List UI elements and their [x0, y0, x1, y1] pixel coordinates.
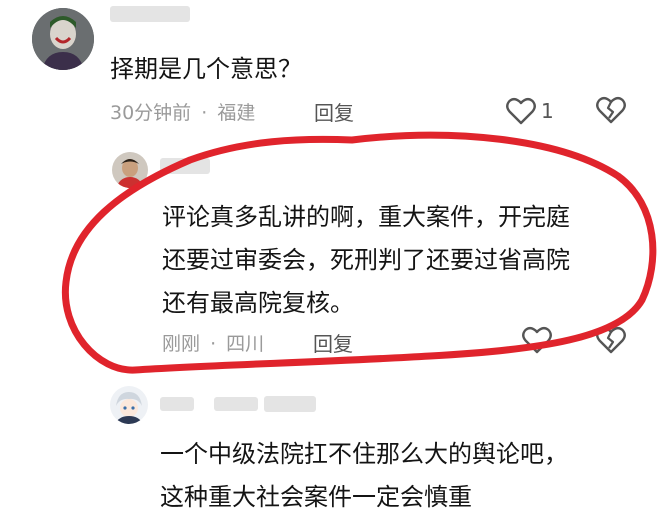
comment-location: 福建: [217, 102, 256, 124]
meta-separator: ·: [210, 333, 217, 355]
broken-heart-icon: [596, 326, 626, 354]
reply-button[interactable]: 回复: [313, 328, 353, 357]
comment-line: 这种重大社会案件一定会慎重: [160, 483, 472, 511]
comment-text: 择期是几个意思？: [110, 55, 302, 83]
avatar[interactable]: [110, 386, 148, 424]
comment-line: 一个中级法院扛不住那么大的舆论吧，: [160, 440, 568, 468]
broken-heart-icon: [596, 96, 626, 124]
like-count: 1: [541, 99, 554, 123]
meta-separator: ·: [201, 102, 208, 124]
comment-body: 评论真多乱讲的啊，重大案件，开完庭 还要过审委会，死刑判了还要过省高院 还有最高…: [162, 196, 570, 325]
username-blurred[interactable]: [110, 6, 190, 22]
username-blurred[interactable]: [264, 396, 316, 412]
comment-meta: 刚刚 · 四川: [162, 329, 264, 356]
dislike-button[interactable]: [596, 326, 626, 354]
comment-line: 还要过审委会，死刑判了还要过省高院: [162, 246, 570, 274]
username-blurred[interactable]: [160, 397, 194, 411]
like-button[interactable]: [522, 326, 552, 354]
comment-location: 四川: [226, 333, 265, 355]
comment-time: 刚刚: [162, 333, 201, 355]
heart-outline-icon: [522, 326, 552, 354]
dislike-button[interactable]: [596, 96, 626, 124]
comment-line: 评论真多乱讲的啊，重大案件，开完庭: [162, 203, 570, 231]
reply-button[interactable]: 回复: [314, 97, 354, 126]
username-blurred[interactable]: [214, 397, 258, 411]
comment-meta: 30分钟前 · 福建: [110, 98, 255, 125]
like-button[interactable]: 1: [506, 94, 554, 128]
username-blurred[interactable]: [160, 158, 210, 174]
heart-outline-icon: [506, 97, 536, 125]
comment-time: 30分钟前: [110, 102, 192, 124]
avatar[interactable]: [112, 152, 148, 188]
avatar[interactable]: [32, 8, 94, 70]
comment-line: 还有最高院复核。: [162, 289, 354, 317]
comment-body: 一个中级法院扛不住那么大的舆论吧， 这种重大社会案件一定会慎重: [160, 433, 568, 519]
